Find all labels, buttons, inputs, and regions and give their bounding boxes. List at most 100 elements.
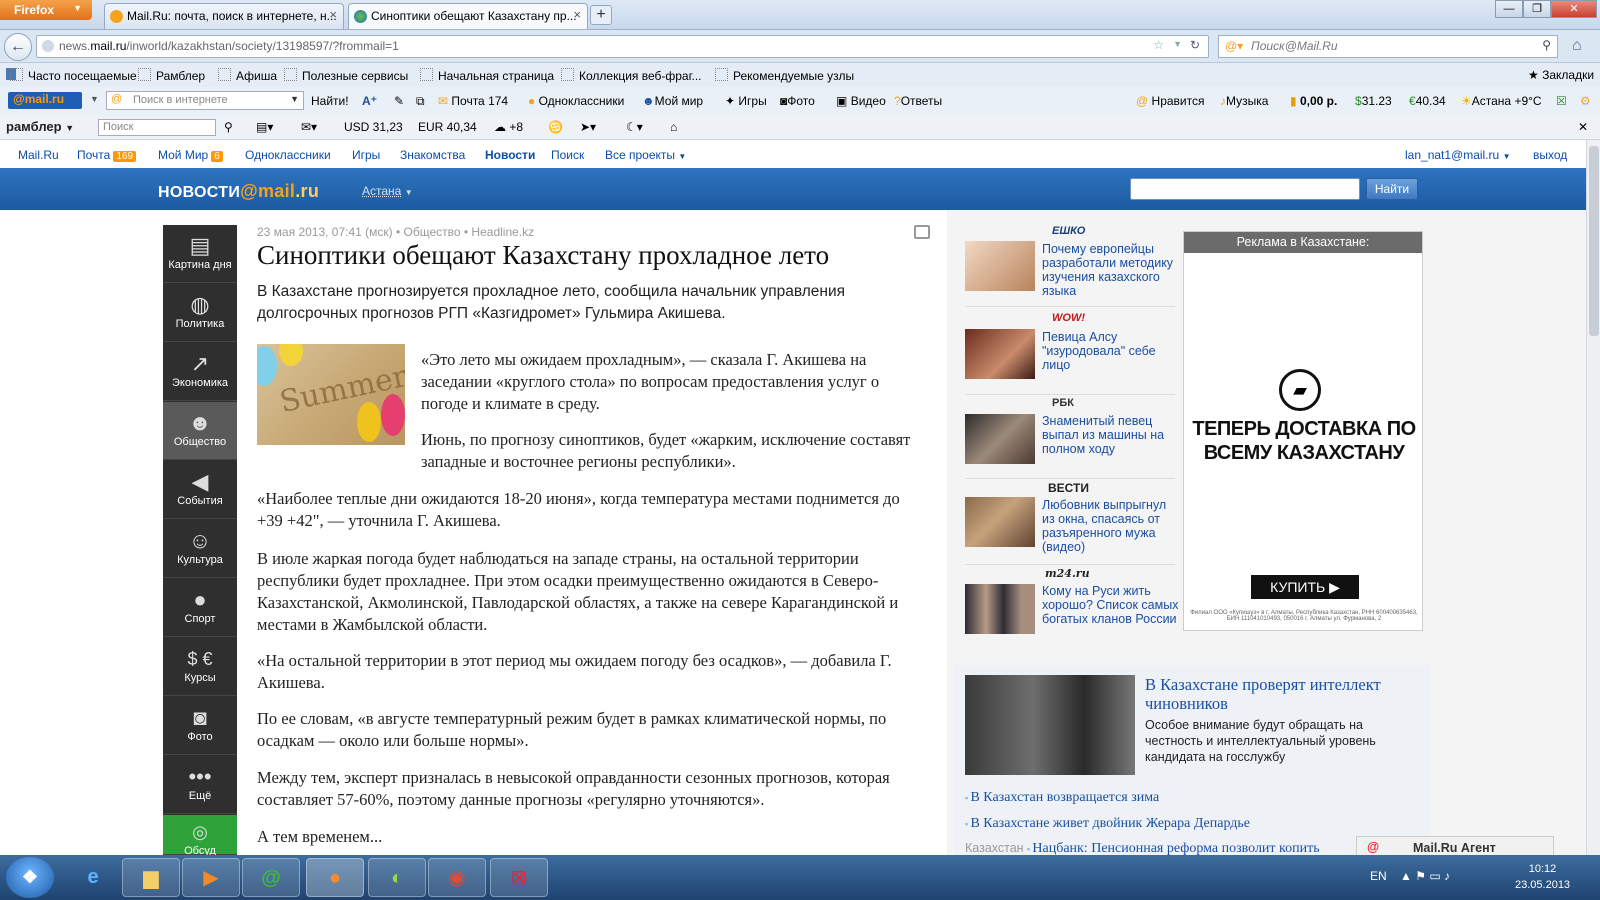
nav-ok[interactable]: Одноклассники [245,148,331,162]
nav-mail[interactable]: Почта 169 [77,148,137,162]
ie-icon[interactable]: e [64,858,122,897]
rubric-rates[interactable]: $ € Курсы [163,638,237,696]
city-selector[interactable]: Астана ▼ [362,184,413,198]
money-button[interactable]: ▮ 0,00 р. [1290,94,1337,108]
address-bar[interactable]: news.mail.ru/inworld/kazakhstan/society/… [36,35,1209,58]
minimize-button[interactable]: — [1495,0,1523,18]
featured-image[interactable] [965,675,1135,775]
close-icon[interactable]: × [573,7,581,22]
bookmark-star-icon[interactable]: ☆ [1153,38,1164,52]
myworld-link[interactable]: ☻Мой мир [642,94,703,108]
new-tab-button[interactable]: + [590,5,612,25]
chevron-up-icon[interactable]: ▲ [1400,869,1412,883]
news-thumbnail[interactable] [965,584,1035,634]
like-button[interactable]: @ Нравится [1136,94,1204,108]
mailru-agent-icon[interactable]: @ [242,858,300,897]
side-news-link[interactable]: Знаменитый певец выпал из машины на полн… [1042,414,1182,456]
news-thumbnail[interactable] [965,414,1035,464]
rubric-discuss[interactable]: ◎ Обсуд [163,815,237,857]
side-news-link[interactable]: Почему европейцы разработали методику из… [1042,242,1182,298]
chevron-down-icon[interactable]: ▼ [290,94,299,104]
weather-button[interactable]: ☁ +8 [494,120,523,134]
display-icon[interactable]: ▭ [1429,869,1440,883]
ok-link[interactable]: ● Одноклассники [528,94,624,108]
usd-rate[interactable]: USD 31,23 [344,120,403,134]
rambler-logo[interactable]: рамблер ▼ [6,119,74,134]
chevron-down-icon[interactable]: ▼ [1173,39,1182,49]
article-image[interactable]: Summer [257,344,405,445]
side-news-link[interactable]: Кому на Руси жить хорошо? Список самых б… [1042,584,1182,626]
answers-link[interactable]: ?Ответы [894,94,942,108]
clock[interactable]: 10:12 23.05.2013 [1515,861,1570,893]
pencil-icon[interactable]: ✎ [394,94,404,108]
close-window-button[interactable]: ✕ [1551,0,1597,18]
nav-mailru[interactable]: Mail.Ru [18,148,59,162]
rubric-politics[interactable]: ◍ Политика [163,284,237,342]
rubric-sport[interactable]: ● Спорт [163,579,237,637]
nav-games[interactable]: Игры [352,148,380,162]
logout-link[interactable]: выход [1533,148,1567,162]
featured-link[interactable]: В Казахстане живет двойник Жерара Депард… [965,816,1250,832]
web-search-input[interactable]: @ Поиск в интернете ▼ [106,91,304,110]
bookmark-item[interactable]: Рамблер [138,68,205,83]
print-icon[interactable] [914,225,930,239]
language-indicator[interactable]: EN [1370,869,1387,883]
nav-all-projects[interactable]: Все проекты ▼ [605,148,686,162]
nav-news[interactable]: Новости [485,148,535,162]
photo-link[interactable]: ◙Фото [780,94,815,108]
flag-icon[interactable]: ⚑ [1415,869,1426,883]
music-button[interactable]: ♪Музыка [1220,94,1268,108]
nav-dating[interactable]: Знакомства [400,148,465,162]
explorer-icon[interactable]: ▆ [122,858,180,897]
eur-rate[interactable]: €40.34 [1409,94,1446,108]
bookmark-item[interactable]: Начальная страница [420,68,554,83]
ad-banner[interactable]: Реклама в Казахстане: ▰ ТЕПЕРЬ ДОСТАВКА … [1183,231,1423,631]
rubric-events[interactable]: ◀ События [163,461,237,519]
app-icon[interactable]: ◐ [368,858,426,897]
reload-icon[interactable]: ↻ [1190,38,1200,52]
rubric-culture[interactable]: ☺ Культура [163,520,237,578]
news-logo[interactable]: новости@mail.ru [158,181,319,202]
search-icon[interactable]: ⚲ [224,120,233,134]
firefox-icon[interactable]: ● [306,858,364,897]
close-icon[interactable]: × [329,7,337,22]
bookmark-item[interactable]: Рекомендуемые узлы [715,68,854,83]
bank-icon[interactable]: ⌂ [670,120,677,134]
bookmark-item[interactable]: Часто посещаемые [10,68,137,83]
media-player-icon[interactable]: ▶ [182,858,240,897]
back-button[interactable]: ← [4,33,32,61]
mail-icon[interactable]: ✉▾ [301,120,317,134]
news-search-button[interactable]: Найти [1366,178,1418,200]
home-icon[interactable]: ⌂ [1572,37,1582,55]
settings-icon[interactable]: ☒ [1556,94,1567,108]
side-news-link[interactable]: Любовник выпрыгнул из окна, спасаясь от … [1042,498,1182,554]
scrollbar-thumb[interactable] [1589,146,1599,336]
page-scrollbar[interactable] [1586,140,1600,855]
firefox-menu-button[interactable]: Firefox ▼ [0,0,92,20]
nav-search[interactable]: Поиск [551,148,584,162]
nav-myworld[interactable]: Мой Мир 6 [158,148,223,162]
news-search-input[interactable] [1130,178,1360,200]
rubric-society[interactable]: ☻ Общество [163,402,237,460]
tab-news[interactable]: Синоптики обещают Казахстану пр... × [348,3,588,29]
rubric-photo[interactable]: ◙ Фото [163,697,237,755]
chevron-down-icon[interactable]: ▼ [90,94,99,104]
bookmark-folder[interactable]: Полезные сервисы [284,68,408,83]
gear-icon[interactable]: ⚙ [1580,94,1591,108]
text-size-icon[interactable]: A⁺ [362,94,377,108]
maximize-button[interactable]: ❐ [1523,0,1551,18]
featured-link[interactable]: В Казахстан возвращается зима [965,790,1159,806]
rubric-economy[interactable]: ↗ Экономика [163,343,237,401]
bookmarks-menu-button[interactable]: ★ Закладки [1528,68,1594,82]
user-menu[interactable]: lan_nat1@mail.ru ▼ [1405,148,1511,162]
app-icon[interactable]: ⊠ [490,858,548,897]
news-thumbnail[interactable] [965,329,1035,379]
search-input[interactable]: @▾ Поиск@Mail.Ru ⚲ [1218,35,1558,58]
side-news-link[interactable]: Певица Алсу "изуродовала" себе лицо [1042,330,1182,372]
screenshot-icon[interactable]: ⧉ [416,94,425,109]
usd-rate[interactable]: $31.23 [1355,94,1392,108]
moon-icon[interactable]: ☾▾ [626,120,643,134]
mail-link[interactable]: ✉ Почта 174 [438,94,508,108]
bookmark-item[interactable]: Коллекция веб-фраг... [561,68,702,83]
horoscope-icon[interactable]: ♋ [548,120,563,134]
